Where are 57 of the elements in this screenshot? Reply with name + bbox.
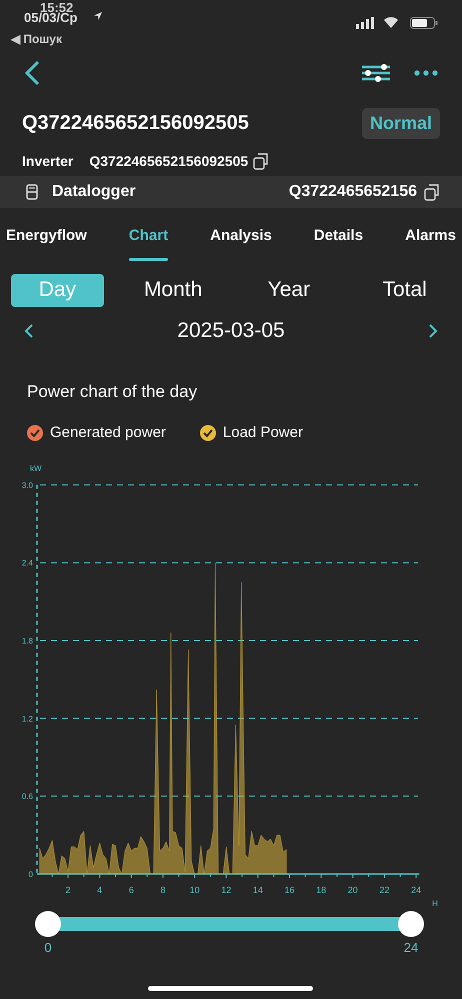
chart-title: Power chart of the day bbox=[27, 380, 198, 402]
legend-label: Load Power bbox=[222, 422, 303, 443]
period-tab[interactable]: Month bbox=[126, 274, 220, 306]
y-tick-label: 0.6 bbox=[22, 792, 33, 802]
period-tab[interactable]: Year bbox=[242, 274, 336, 306]
battery-icon bbox=[410, 17, 438, 29]
y-tick-label: 1.8 bbox=[22, 636, 33, 646]
tab[interactable]: Alarms bbox=[403, 208, 458, 264]
x-tick-label: 4 bbox=[97, 885, 102, 895]
previous-icon[interactable] bbox=[24, 323, 34, 339]
x-tick-label: 22 bbox=[379, 885, 390, 895]
x-tick-label: 8 bbox=[160, 885, 166, 895]
y-axis-unit: kW bbox=[30, 464, 42, 473]
datalogger-serial: Q3722465652156 bbox=[288, 182, 417, 202]
datalogger-label: Datalogger bbox=[52, 182, 136, 202]
range-label: 24 bbox=[402, 939, 420, 957]
tab[interactable]: Energyflow bbox=[4, 208, 89, 264]
y-tick-label: 0 bbox=[28, 870, 33, 879]
x-tick-label: 2 bbox=[66, 885, 71, 895]
x-tick-label: 6 bbox=[128, 885, 134, 895]
status-badge: Normal bbox=[362, 108, 440, 138]
inverter-serial: Q3722465652156092505 bbox=[89, 152, 248, 171]
copy-icon[interactable] bbox=[252, 152, 270, 170]
signal-icon bbox=[356, 17, 374, 29]
device-serial: Q3722465652156092505 bbox=[22, 111, 249, 136]
inverter-label: Inverter bbox=[22, 152, 74, 170]
legend-checkbox[interactable] bbox=[200, 425, 216, 441]
tab[interactable]: Analysis bbox=[208, 208, 274, 264]
period-tab[interactable]: Total bbox=[358, 274, 451, 306]
x-tick-label: 10 bbox=[190, 885, 200, 895]
x-tick-label: 18 bbox=[316, 885, 326, 895]
copy-icon[interactable] bbox=[423, 184, 440, 200]
tab[interactable]: Details bbox=[312, 208, 366, 264]
x-axis-unit: H bbox=[432, 899, 438, 908]
back-to-app-link[interactable]: ◀ Пошук bbox=[11, 30, 62, 48]
location-icon bbox=[93, 11, 103, 21]
slider-thumb[interactable] bbox=[398, 911, 424, 937]
range-label: 0 bbox=[43, 939, 53, 957]
wifi-icon bbox=[383, 16, 399, 28]
x-tick-label: 24 bbox=[411, 885, 422, 895]
y-tick-label: 1.2 bbox=[22, 714, 33, 724]
settings-icon[interactable] bbox=[362, 64, 390, 82]
x-tick-label: 20 bbox=[348, 885, 358, 895]
slider-thumb[interactable] bbox=[35, 911, 61, 937]
legend-label: Generated power bbox=[50, 422, 166, 443]
tab[interactable]: Chart bbox=[126, 208, 170, 264]
more-icon[interactable] bbox=[414, 70, 438, 76]
y-tick-label: 2.4 bbox=[22, 558, 33, 568]
legend-checkbox[interactable] bbox=[27, 425, 43, 441]
x-tick-label: 12 bbox=[221, 885, 232, 895]
back-icon[interactable] bbox=[24, 60, 40, 86]
next-icon[interactable] bbox=[428, 323, 438, 339]
datalogger-icon bbox=[26, 184, 38, 200]
x-tick-label: 16 bbox=[284, 885, 295, 895]
date-label: 2025-03-05 bbox=[177, 318, 285, 344]
y-tick-label: 3.0 bbox=[22, 480, 33, 490]
x-tick-label: 14 bbox=[252, 885, 263, 895]
